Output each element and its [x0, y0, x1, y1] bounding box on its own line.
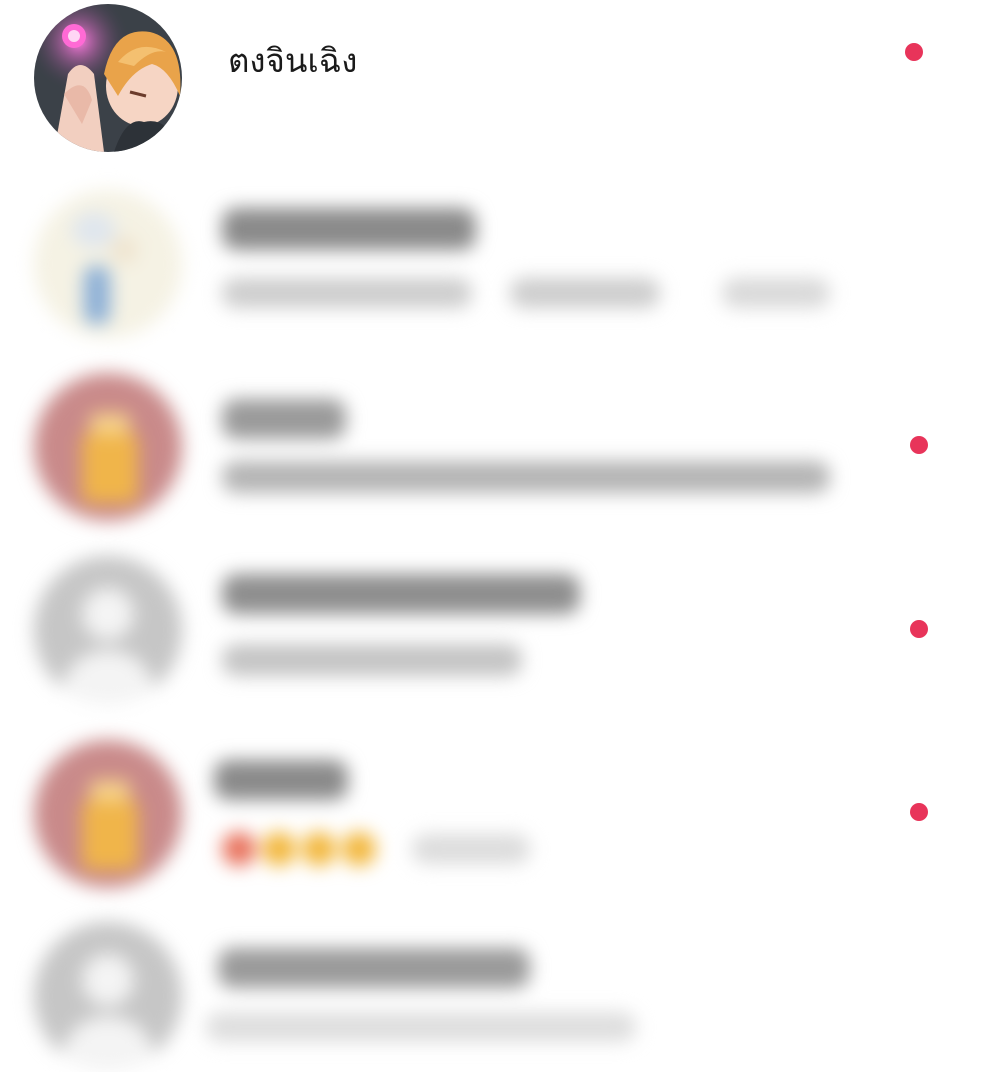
unread-dot — [905, 43, 923, 61]
rose-gift-avatar-icon[interactable] — [34, 740, 182, 888]
rose-gift-avatar-icon[interactable] — [34, 373, 182, 521]
chat-row[interactable] — [0, 365, 1000, 525]
chat-row[interactable] — [0, 180, 1000, 340]
default-person-avatar-icon[interactable] — [34, 922, 182, 1070]
anime-profile-avatar-icon[interactable] — [34, 4, 182, 152]
contact-name: ตงจินเฉิง — [228, 41, 358, 80]
unread-dot — [910, 620, 928, 638]
chat-row[interactable] — [0, 548, 1000, 708]
unread-dot — [910, 803, 928, 821]
chat-row[interactable] — [0, 730, 1000, 890]
chat-row[interactable] — [0, 912, 1000, 1072]
pale-illustrated-avatar-icon[interactable] — [34, 190, 182, 338]
chat-row[interactable]: ตงจินเฉิง — [0, 0, 1000, 160]
chat-list: ตงจินเฉิง — [0, 0, 1000, 1070]
default-person-avatar-icon[interactable] — [34, 556, 182, 704]
unread-dot — [910, 436, 928, 454]
